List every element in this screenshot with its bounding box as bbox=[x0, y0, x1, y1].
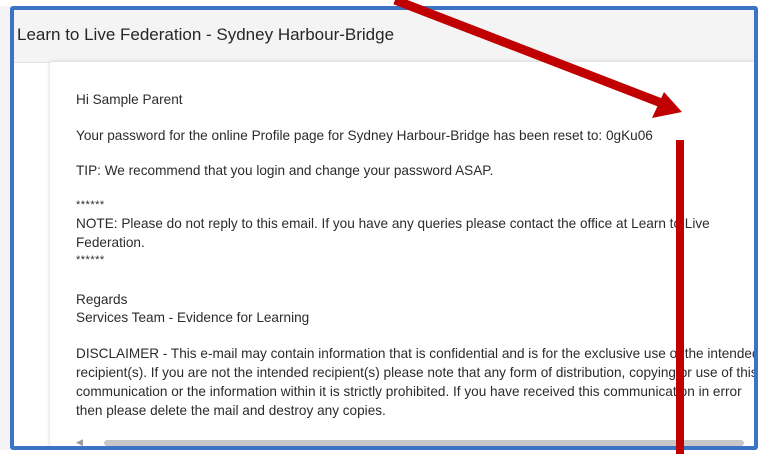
regards-text: Regards bbox=[76, 292, 128, 307]
horizontal-scrollbar[interactable]: ◀ bbox=[74, 437, 754, 446]
email-header: Learn to Live Federation - Sydney Harbou… bbox=[14, 10, 754, 63]
password-reset-text: Your password for the online Profile pag… bbox=[76, 128, 653, 143]
separator-top: ****** bbox=[76, 199, 105, 211]
signature-text: Services Team - Evidence for Learning bbox=[76, 310, 310, 325]
greeting-text: Hi Sample Parent bbox=[76, 92, 183, 107]
scroll-left-arrow-icon[interactable]: ◀ bbox=[76, 437, 83, 446]
email-body: Hi Sample Parent Your password for the o… bbox=[50, 62, 754, 446]
tip-text: TIP: We recommend that you login and cha… bbox=[76, 163, 494, 178]
separator-bottom: ****** bbox=[76, 254, 105, 266]
scrollbar-thumb[interactable] bbox=[104, 440, 744, 446]
email-subject: Learn to Live Federation - Sydney Harbou… bbox=[17, 25, 395, 44]
disclaimer-text: DISCLAIMER - This e-mail may contain inf… bbox=[76, 346, 758, 418]
window-left-edge bbox=[0, 6, 10, 450]
note-text: NOTE: Please do not reply to this email.… bbox=[76, 216, 710, 250]
email-window: Learn to Live Federation - Sydney Harbou… bbox=[10, 6, 758, 450]
